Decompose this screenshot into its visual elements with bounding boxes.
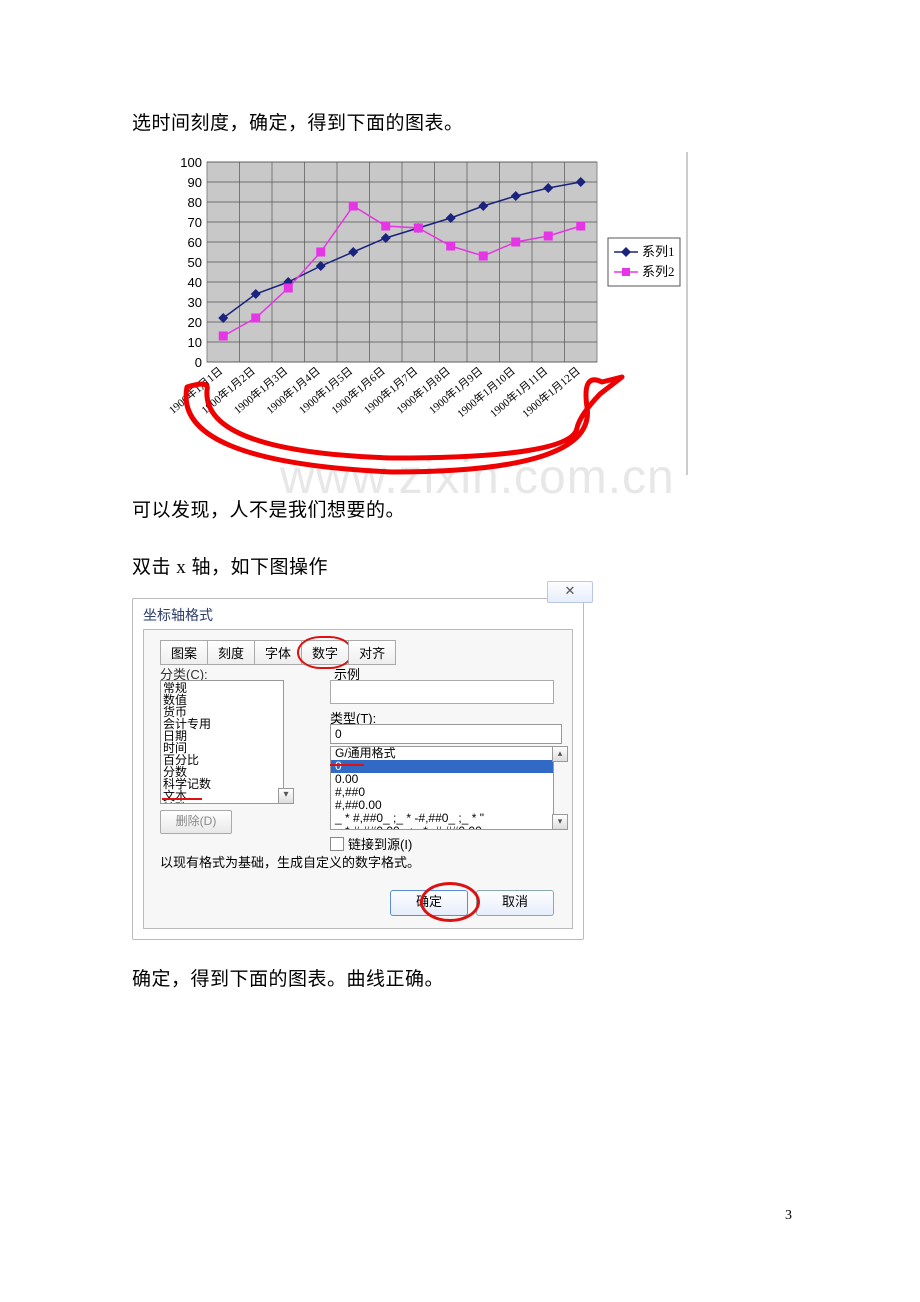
help-text: 以现有格式为基础，生成自定义的数字格式。 — [160, 852, 420, 871]
example-box — [330, 680, 554, 704]
legend-series2: 系列2 — [642, 264, 675, 279]
ok-button[interactable]: 确定 — [390, 890, 468, 916]
chart-svg: 0102030405060708090100 1900年1月1日1900年1月2… — [132, 152, 686, 475]
svg-text:0: 0 — [195, 355, 202, 370]
svg-text:70: 70 — [188, 215, 202, 230]
body-line-1: 选时间刻度，确定，得到下面的图表。 — [132, 108, 792, 140]
annotation-red-line — [162, 798, 202, 801]
format-listbox[interactable]: G/通用格式00.00#,##0#,##0.00_ * #,##0_ ;_ * … — [330, 746, 554, 830]
tab-strip: 图案 刻度 字体 数字 对齐 — [160, 640, 395, 665]
checkbox-icon — [330, 837, 344, 851]
legend-series1: 系列1 — [642, 244, 675, 259]
svg-text:80: 80 — [188, 195, 202, 210]
scroll-down-icon[interactable]: ▾ — [552, 814, 568, 830]
body-line-4: 确定，得到下面的图表。曲线正确。 — [132, 964, 792, 996]
svg-text:10: 10 — [188, 335, 202, 350]
dialog-body: 图案 刻度 字体 数字 对齐 分类(C): 常规数值货币会计专用日期时间百分比分… — [143, 629, 573, 929]
scroll-down-icon[interactable]: ▾ — [278, 788, 294, 804]
scroll-up-icon[interactable]: ▴ — [552, 746, 568, 762]
cancel-button[interactable]: 取消 — [476, 890, 554, 916]
delete-button[interactable]: 删除(D) — [160, 810, 232, 834]
tab-number[interactable]: 数字 — [301, 640, 349, 665]
svg-text:90: 90 — [188, 175, 202, 190]
dialog-title: 坐标轴格式 — [143, 605, 213, 625]
body-line-3: 双击 x 轴，如下图操作 — [132, 552, 792, 584]
svg-text:60: 60 — [188, 235, 202, 250]
axis-format-dialog: 坐标轴格式 ✕ 图案 刻度 字体 数字 对齐 分类(C): 常规数值货币会计专用… — [132, 598, 584, 940]
svg-text:100: 100 — [180, 155, 202, 170]
category-listbox[interactable]: 常规数值货币会计专用日期时间百分比分数科学记数文本特殊自定义 — [160, 680, 284, 804]
tab-scale[interactable]: 刻度 — [207, 640, 255, 665]
tab-font[interactable]: 字体 — [254, 640, 302, 665]
tab-align[interactable]: 对齐 — [348, 640, 396, 665]
svg-text:50: 50 — [188, 255, 202, 270]
svg-text:20: 20 — [188, 315, 202, 330]
type-input[interactable]: 0 — [330, 724, 562, 744]
chart-figure: 0102030405060708090100 1900年1月1日1900年1月2… — [132, 152, 688, 475]
tab-pattern[interactable]: 图案 — [160, 640, 208, 665]
svg-text:30: 30 — [188, 295, 202, 310]
annotation-red-line — [330, 764, 364, 767]
body-line-2: 可以发现，人不是我们想要的。 — [132, 495, 792, 527]
close-button[interactable]: ✕ — [547, 581, 593, 603]
page-number: 3 — [785, 1208, 792, 1224]
link-to-source-checkbox[interactable]: 链接到源(I) — [330, 834, 412, 853]
svg-text:40: 40 — [188, 275, 202, 290]
page-content: 选时间刻度，确定，得到下面的图表。 — [132, 108, 792, 996]
link-label: 链接到源(I) — [348, 837, 412, 852]
